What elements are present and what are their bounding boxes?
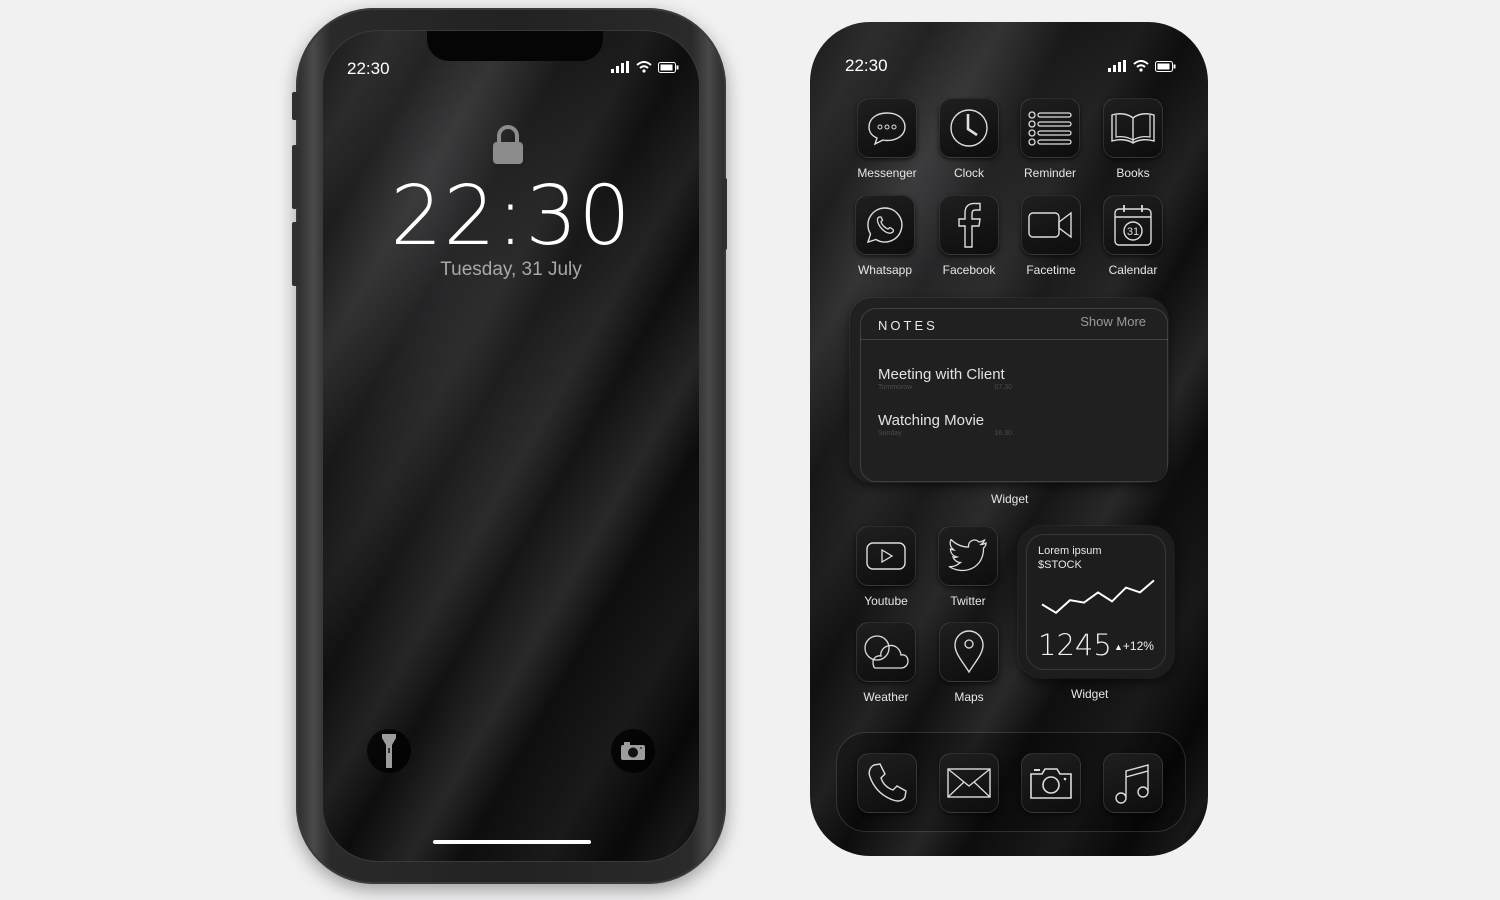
volume-up-button[interactable] (292, 145, 298, 209)
stock-widget-label: Widget (1071, 687, 1109, 701)
weather-icon (864, 635, 909, 669)
app-label: Facetime (1026, 263, 1076, 277)
reminder-icon (1028, 111, 1072, 146)
note-title: Watching Movie (878, 412, 985, 429)
stock-widget[interactable]: Lorem ipsum $STOCK 1245 ▲+12% (1018, 526, 1174, 678)
note-time: 07.30 (994, 384, 1012, 391)
svg-text:31: 31 (1127, 226, 1139, 238)
app-books[interactable]: Books (1098, 98, 1168, 180)
stock-value: 1245 (1038, 628, 1112, 662)
app-whatsapp[interactable]: Whatsapp (850, 195, 920, 277)
app-label: Youtube (864, 594, 908, 608)
status-time: 22:30 (845, 56, 888, 75)
maps-icon (954, 630, 984, 674)
phone-icon (868, 763, 907, 802)
camera-button[interactable] (611, 729, 655, 773)
facebook-icon (958, 202, 981, 248)
trend-up-icon: ▲ (1114, 642, 1123, 652)
notch (427, 31, 603, 61)
battery-icon (658, 61, 679, 73)
app-label: Reminder (1023, 166, 1077, 180)
messenger-icon (868, 112, 906, 146)
wifi-icon (636, 61, 652, 73)
status-icons (1108, 60, 1176, 72)
music-icon (1115, 764, 1149, 804)
note-item[interactable]: Watching Movie Sunday 16.30 (878, 412, 1012, 437)
whatsapp-icon (866, 207, 903, 244)
signal-icon (611, 61, 629, 73)
note-title: Meeting with Client (878, 366, 1005, 383)
notes-widget-label: Widget (991, 492, 1029, 506)
notes-widget-inner (860, 308, 1168, 482)
dock-mail[interactable] (939, 753, 999, 813)
lock-icon (493, 125, 523, 164)
calendar-icon: 31 (1114, 205, 1152, 246)
silent-switch (292, 92, 298, 120)
app-reminder[interactable]: Reminder (1015, 98, 1085, 180)
app-label: Whatsapp (857, 263, 913, 277)
status-icons (611, 61, 679, 73)
books-icon (1111, 113, 1155, 144)
note-day: Sunday (878, 430, 902, 437)
notes-divider (860, 339, 1168, 340)
home-indicator[interactable] (433, 840, 591, 844)
clock-icon (950, 109, 988, 147)
app-clock[interactable]: Clock (934, 98, 1004, 180)
app-weather[interactable]: Weather (851, 622, 921, 704)
note-day: Tommorow (878, 384, 913, 391)
app-label: Facebook (942, 263, 996, 277)
app-twitter[interactable]: Twitter (933, 526, 1003, 608)
app-label: Clock (953, 166, 984, 180)
app-label: Messenger (857, 166, 917, 180)
facetime-icon (1028, 211, 1072, 239)
signal-icon (1108, 60, 1126, 72)
app-facetime[interactable]: Facetime (1016, 195, 1086, 277)
show-more-link[interactable]: Show More (1080, 314, 1146, 329)
twitter-icon (948, 539, 987, 572)
app-messenger[interactable]: Messenger (852, 98, 922, 180)
app-label: Twitter (950, 594, 986, 608)
dock (836, 732, 1186, 832)
lock-screen: 22:30 22:30 Tuesday, 31 July (322, 30, 700, 862)
note-item[interactable]: Meeting with Client Tommorow 07.30 (878, 366, 1012, 391)
app-calendar[interactable]: 31 Calendar (1098, 195, 1168, 277)
mail-icon (947, 768, 991, 798)
notes-title: NOTES (878, 318, 938, 333)
youtube-icon (866, 542, 906, 570)
lock-date: Tuesday, 31 July (440, 259, 582, 280)
app-facebook[interactable]: Facebook (934, 195, 1004, 277)
home-screen: 22:30 Messenger Clock Reminder Books Wha… (810, 22, 1208, 856)
status-time: 22:30 (347, 59, 390, 78)
dock-phone[interactable] (857, 753, 917, 813)
lock-time: 22:30 (390, 169, 632, 264)
power-button[interactable] (722, 178, 727, 250)
dock-music[interactable] (1103, 753, 1163, 813)
note-time: 16.30 (994, 430, 1012, 437)
app-label: Books (1116, 166, 1150, 180)
app-youtube[interactable]: Youtube (851, 526, 921, 608)
app-label: Maps (954, 690, 984, 704)
app-label: Weather (863, 690, 909, 704)
sparkline-line (1041, 579, 1155, 615)
dock-camera[interactable] (1021, 753, 1081, 813)
camera-icon (1030, 768, 1072, 799)
volume-down-button[interactable] (292, 222, 298, 286)
flashlight-icon (382, 734, 396, 768)
camera-icon (621, 742, 645, 760)
flashlight-button[interactable] (367, 729, 411, 773)
app-label: Calendar (1108, 263, 1158, 277)
notes-widget[interactable]: NOTES Show More Meeting with Client Tomm… (850, 298, 1168, 482)
app-maps[interactable]: Maps (934, 622, 1004, 704)
battery-icon (1155, 60, 1176, 72)
stock-change: ▲+12% (1114, 639, 1154, 653)
wifi-icon (1133, 60, 1149, 72)
